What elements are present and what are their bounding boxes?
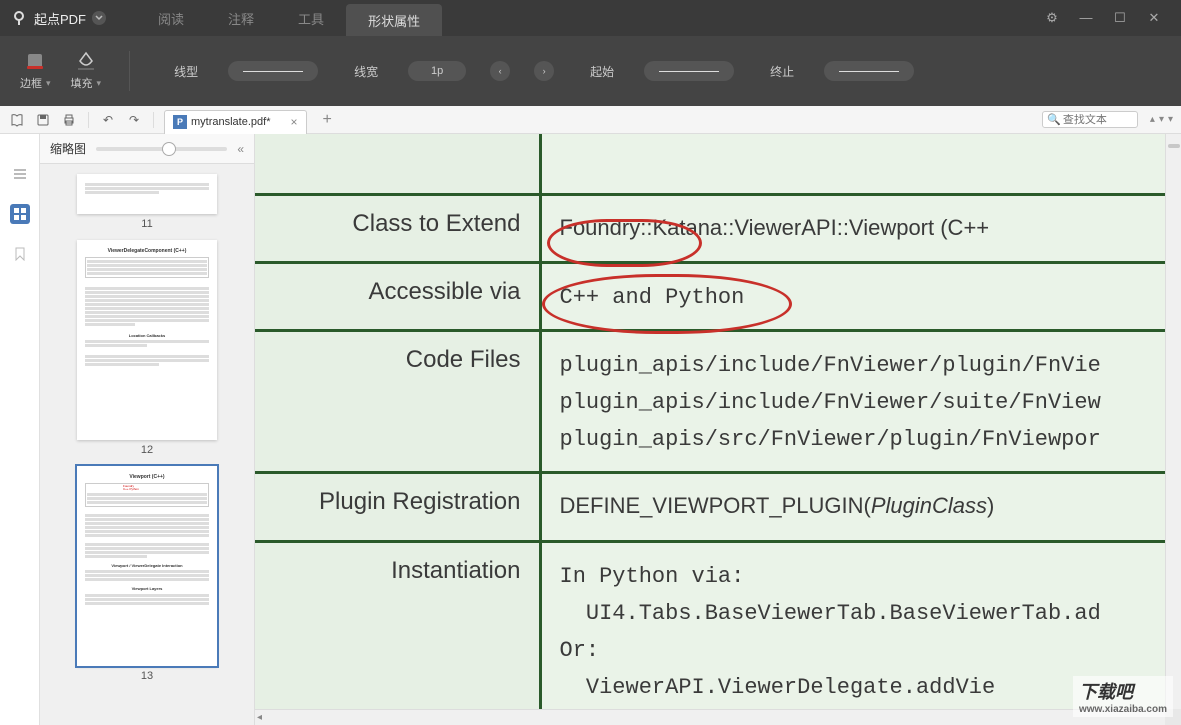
- new-tab-icon[interactable]: +: [323, 111, 332, 129]
- line-type-label: 线型: [174, 63, 198, 80]
- horizontal-scrollbar[interactable]: ◂: [255, 709, 1165, 725]
- tab-tools[interactable]: 工具: [276, 0, 346, 36]
- close-icon[interactable]: ✕: [1145, 10, 1163, 26]
- row-value: In Python via: UI4.Tabs.BaseViewerTab.Ba…: [540, 541, 1165, 709]
- search-nav: ▴ ▾ ▾: [1150, 114, 1173, 125]
- row-label: Class to Extend: [255, 194, 540, 262]
- row-label: Instantiation: [255, 541, 540, 709]
- line-width-label: 线宽: [354, 63, 378, 80]
- file-name: mytranslate.pdf*: [191, 116, 270, 128]
- undo-icon[interactable]: ↶: [99, 111, 117, 129]
- search-icon: 🔍: [1047, 113, 1061, 126]
- minimize-icon[interactable]: —: [1077, 10, 1095, 26]
- thumbnails-icon[interactable]: [10, 204, 30, 224]
- line-width-value[interactable]: 1p: [408, 61, 466, 81]
- thumbnail-zoom-slider[interactable]: [96, 147, 227, 151]
- start-cap-select[interactable]: [644, 61, 734, 81]
- separator: [88, 112, 89, 128]
- shape-properties-bar: 边框 填充 线型 线宽 1p ‹ › 起始 终止: [0, 36, 1181, 106]
- tab-annotate[interactable]: 注释: [206, 0, 276, 36]
- file-tab[interactable]: P mytranslate.pdf* ×: [164, 110, 307, 134]
- watermark: 下载吧www.xiazaiba.com: [1073, 676, 1173, 717]
- fill-label: 填充: [71, 75, 102, 91]
- end-cap-label: 终止: [770, 63, 794, 80]
- vertical-scrollbar[interactable]: [1165, 134, 1181, 709]
- separator: [129, 51, 130, 91]
- document-view: Class to Extend Foundry::Katana::ViewerA…: [255, 134, 1181, 725]
- thumbnail-panel: 缩略图 « 11 ViewerDelegateComponent (C++) L…: [40, 134, 255, 725]
- document-page[interactable]: Class to Extend Foundry::Katana::ViewerA…: [255, 134, 1165, 709]
- separator: [153, 112, 154, 128]
- page-number: 12: [50, 444, 244, 456]
- bookmark-icon[interactable]: [10, 244, 30, 264]
- row-value: plugin_apis/include/FnViewer/plugin/FnVi…: [540, 330, 1165, 473]
- titlebar: 起点PDF 阅读 注释 工具 形状属性 ⚙ — ☐ ✕: [0, 0, 1181, 36]
- print-icon[interactable]: [60, 111, 78, 129]
- row-label: Plugin Registration: [255, 473, 540, 541]
- search-prev-icon[interactable]: ▴: [1150, 114, 1155, 125]
- search-menu-icon[interactable]: ▾: [1168, 114, 1173, 125]
- outline-icon[interactable]: [10, 164, 30, 184]
- app-menu-icon[interactable]: [92, 11, 106, 25]
- fill-tool[interactable]: 填充: [71, 51, 102, 91]
- page-number: 13: [50, 670, 244, 682]
- border-label: 边框: [20, 75, 51, 91]
- thumbnail-close-icon[interactable]: «: [237, 142, 244, 156]
- page-number: 11: [50, 218, 244, 230]
- row-value: DEFINE_VIEWPORT_PLUGIN(PluginClass): [540, 473, 1165, 541]
- thumbnail-page[interactable]: Viewport (C++) Foundry C++ Python Viewpo…: [50, 466, 244, 682]
- line-type-select[interactable]: [228, 61, 318, 81]
- app-logo-icon: [10, 9, 28, 27]
- thumbnail-header: 缩略图 «: [40, 134, 254, 164]
- end-cap-select[interactable]: [824, 61, 914, 81]
- file-toolbar: ↶ ↷ P mytranslate.pdf* × + 🔍 ▴ ▾ ▾: [0, 106, 1181, 134]
- book-icon[interactable]: [8, 111, 26, 129]
- search-next-icon[interactable]: ▾: [1159, 114, 1164, 125]
- thumbnail-title: 缩略图: [50, 140, 86, 157]
- search-box[interactable]: 🔍: [1042, 111, 1138, 128]
- pdf-icon: P: [173, 115, 187, 129]
- doc-table: Class to Extend Foundry::Katana::ViewerA…: [255, 134, 1165, 709]
- thumbnail-page[interactable]: 11: [50, 174, 244, 230]
- main-tabs: 阅读 注释 工具 形状属性: [136, 0, 442, 36]
- left-rail: [0, 134, 40, 725]
- file-close-icon[interactable]: ×: [290, 115, 297, 129]
- thumbnail-page[interactable]: ViewerDelegateComponent (C++) Location C…: [50, 240, 244, 456]
- row-value: C++ and Python: [540, 262, 1165, 330]
- start-cap-label: 起始: [590, 63, 614, 80]
- row-label: Code Files: [255, 330, 540, 473]
- thumbnail-list[interactable]: 11 ViewerDelegateComponent (C++) Locatio…: [40, 164, 254, 725]
- redo-icon[interactable]: ↷: [125, 111, 143, 129]
- settings-icon[interactable]: ⚙: [1043, 10, 1061, 26]
- save-icon[interactable]: [34, 111, 52, 129]
- maximize-icon[interactable]: ☐: [1111, 10, 1129, 26]
- row-label: Accessible via: [255, 262, 540, 330]
- tab-read[interactable]: 阅读: [136, 0, 206, 36]
- tab-shape-properties[interactable]: 形状属性: [346, 4, 442, 36]
- app-title: 起点PDF: [34, 9, 86, 28]
- width-next-icon[interactable]: ›: [534, 61, 554, 81]
- search-input[interactable]: [1063, 114, 1133, 126]
- width-prev-icon[interactable]: ‹: [490, 61, 510, 81]
- row-value: Foundry::Katana::ViewerAPI::Viewport (C+…: [540, 194, 1165, 262]
- main-area: 缩略图 « 11 ViewerDelegateComponent (C++) L…: [0, 134, 1181, 725]
- window-controls: ⚙ — ☐ ✕: [1043, 10, 1181, 26]
- border-tool[interactable]: 边框: [20, 51, 51, 91]
